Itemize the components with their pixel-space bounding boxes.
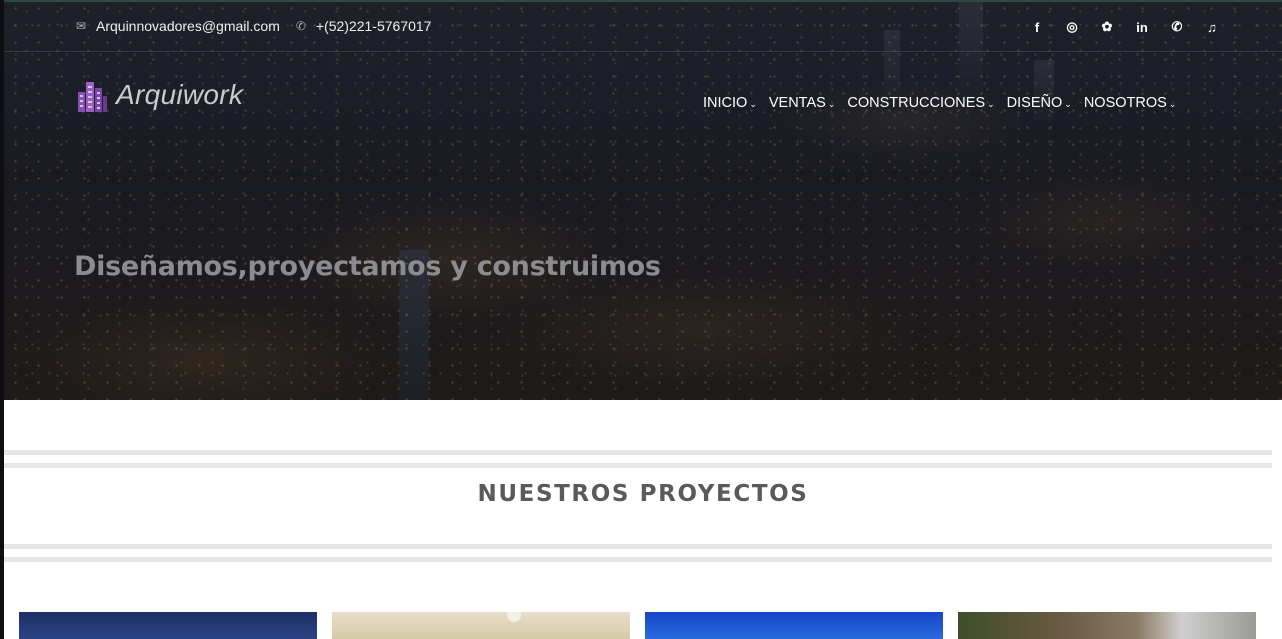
hero-banner: ✉ Arquinnovadores@gmail.com ✆ +(52)221-5… bbox=[4, 0, 1282, 400]
projects-section: NUESTROS PROYECTOS bbox=[4, 400, 1282, 639]
chevron-down-icon: ⌄ bbox=[987, 98, 995, 109]
envelope-icon: ✉ bbox=[75, 19, 87, 33]
hero-headline: Diseñamos,proyectamos y construimos bbox=[74, 251, 661, 282]
tiktok-icon[interactable]: ♫ bbox=[1204, 18, 1220, 36]
nav-item-diseno[interactable]: DISEÑO ⌄ bbox=[1007, 95, 1072, 111]
chevron-down-icon: ⌄ bbox=[1064, 98, 1072, 109]
twitter-icon[interactable]: ✿ bbox=[1099, 18, 1115, 36]
hero-overlay bbox=[4, 0, 1282, 400]
logo-text: Arquiwork bbox=[116, 79, 244, 110]
contact-info: ✉ Arquinnovadores@gmail.com ✆ +(52)221-5… bbox=[74, 18, 432, 34]
nav-item-label: INICIO bbox=[703, 95, 748, 111]
project-card[interactable] bbox=[19, 612, 317, 639]
chevron-down-icon: ⌄ bbox=[827, 98, 836, 109]
chevron-down-icon: ⌄ bbox=[1168, 98, 1177, 109]
nav-item-ventas[interactable]: VENTAS ⌄ bbox=[769, 95, 836, 111]
divider bbox=[4, 544, 1272, 549]
email-text[interactable]: Arquinnovadores@gmail.com bbox=[96, 18, 280, 34]
project-card[interactable] bbox=[958, 612, 1256, 639]
facebook-icon[interactable]: f bbox=[1029, 18, 1045, 36]
project-gallery bbox=[19, 612, 1256, 639]
social-links: f ◎ ✿ in ✆ ♫ bbox=[1029, 18, 1220, 36]
phone-text[interactable]: +(52)221-5767017 bbox=[316, 18, 432, 34]
nav-item-construcciones[interactable]: CONSTRUCCIONES ⌄ bbox=[847, 95, 994, 111]
project-card[interactable] bbox=[645, 612, 943, 639]
whatsapp-icon[interactable]: ✆ bbox=[1169, 18, 1185, 36]
email-contact[interactable]: ✉ Arquinnovadores@gmail.com bbox=[74, 18, 280, 34]
nav-item-label: NOSOTROS bbox=[1083, 95, 1167, 111]
buildings-logo-icon bbox=[78, 82, 107, 112]
top-bar: ✉ Arquinnovadores@gmail.com ✆ +(52)221-5… bbox=[4, 0, 1282, 52]
project-card[interactable] bbox=[332, 612, 630, 639]
linkedin-icon[interactable]: in bbox=[1134, 18, 1150, 36]
nav-item-nosotros[interactable]: NOSOTROS ⌄ bbox=[1084, 95, 1177, 111]
nav-item-inicio[interactable]: INICIO ⌄ bbox=[703, 95, 757, 111]
main-nav: INICIO ⌄ VENTAS ⌄ CONSTRUCCIONES ⌄ DISEÑ… bbox=[703, 95, 1176, 111]
nav-item-label: CONSTRUCCIONES bbox=[847, 95, 986, 111]
phone-contact[interactable]: ✆ +(52)221-5767017 bbox=[294, 18, 432, 34]
chevron-down-icon: ⌄ bbox=[749, 98, 757, 109]
nav-item-label: VENTAS bbox=[768, 95, 826, 111]
section-title: NUESTROS PROYECTOS bbox=[477, 481, 809, 507]
divider bbox=[4, 450, 1272, 455]
phone-icon: ✆ bbox=[295, 19, 306, 33]
divider bbox=[4, 557, 1272, 562]
instagram-icon[interactable]: ◎ bbox=[1064, 18, 1080, 36]
nav-item-label: DISEÑO bbox=[1006, 95, 1063, 111]
divider bbox=[4, 463, 1272, 468]
site-logo[interactable]: Arquiwork bbox=[76, 78, 243, 112]
